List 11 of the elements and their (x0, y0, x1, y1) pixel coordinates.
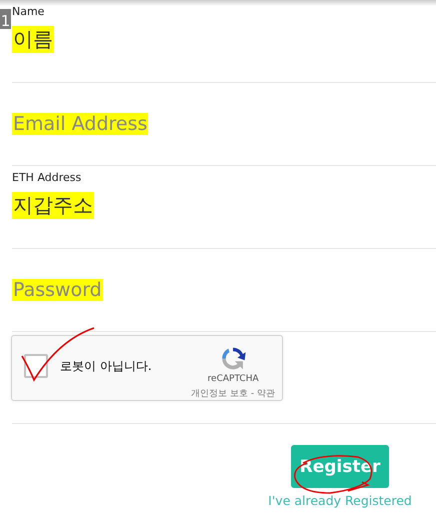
privacy-terms-link[interactable]: 개인정보 보호 - 약관 (191, 387, 275, 400)
field-label: ETH Address (12, 171, 82, 184)
captcha-label: 로봇이 아닙니다. (60, 358, 152, 375)
number-badge: 1 (0, 9, 11, 29)
field-label: Name (12, 5, 44, 18)
captcha-brand: reCAPTCHA (208, 374, 259, 384)
input-field[interactable]: Password (12, 279, 103, 301)
login-link[interactable]: I've already Registered (268, 493, 412, 508)
input-field[interactable]: 지갑주소 (12, 192, 94, 219)
input-field[interactable]: Email Address (12, 113, 148, 135)
input-field[interactable]: 이름 (12, 26, 54, 53)
